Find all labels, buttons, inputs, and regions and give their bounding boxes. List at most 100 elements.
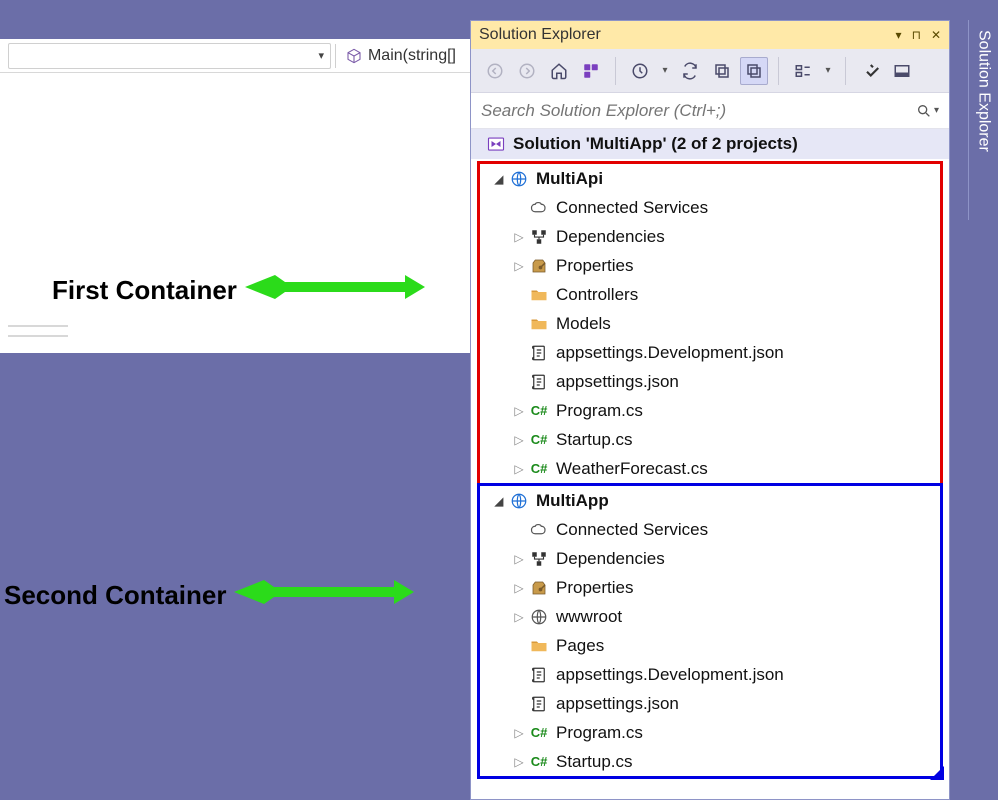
panel-titlebar[interactable]: Solution Explorer ▾ ⊓ ✕: [471, 21, 949, 49]
tree-item-label: Program.cs: [556, 401, 643, 421]
tree-item[interactable]: Controllers: [480, 280, 940, 309]
expand-icon[interactable]: [510, 726, 528, 740]
tree-item[interactable]: appsettings.json: [480, 689, 940, 718]
tree-item-label: appsettings.json: [556, 694, 679, 714]
tree-item[interactable]: C# Program.cs: [480, 396, 940, 425]
home-icon[interactable]: [545, 57, 573, 85]
project-label: MultiApp: [536, 491, 609, 511]
tree-item[interactable]: C# Program.cs: [480, 718, 940, 747]
forward-icon[interactable]: [513, 57, 541, 85]
sync-icon[interactable]: [676, 57, 704, 85]
connected-icon: [528, 521, 550, 539]
solution-label: Solution 'MultiApp' (2 of 2 projects): [513, 134, 798, 154]
expand-icon[interactable]: [510, 610, 528, 624]
collapse-all-icon[interactable]: [708, 57, 736, 85]
project-label: MultiApi: [536, 169, 603, 189]
search-bar: ▾: [471, 93, 949, 129]
properties-icon[interactable]: [856, 57, 884, 85]
annotation-label: First Container: [52, 275, 237, 306]
annotation-label: Second Container: [4, 580, 226, 611]
filter-icon[interactable]: [626, 57, 654, 85]
method-dropdown[interactable]: Main(string[]: [340, 47, 462, 65]
arrow-icon: [234, 578, 414, 613]
docked-tab-solution-explorer[interactable]: Solution Explorer: [968, 20, 998, 220]
arrow-icon: [245, 273, 425, 308]
editor-outline-marks: [8, 325, 68, 345]
project-group-1: MultiApi Connected Services Dependencies…: [477, 161, 943, 486]
globe-icon: [508, 492, 530, 510]
tree-item[interactable]: Properties: [480, 251, 940, 280]
editor-body: [0, 73, 470, 353]
expand-icon[interactable]: [510, 230, 528, 244]
tree-item[interactable]: C# Startup.cs: [480, 425, 940, 454]
tree-item-label: Controllers: [556, 285, 638, 305]
tree-item-label: appsettings.Development.json: [556, 665, 784, 685]
view-icon[interactable]: [789, 57, 817, 85]
annotation-first-container: First Container: [52, 273, 425, 308]
annotation-second-container: Second Container: [4, 578, 414, 613]
tree-item[interactable]: C# WeatherForecast.cs: [480, 454, 940, 483]
expand-icon[interactable]: [510, 433, 528, 447]
search-input[interactable]: [481, 101, 916, 121]
solution-explorer-panel: Solution Explorer ▾ ⊓ ✕ ▾ ▾ ▾: [470, 20, 950, 800]
tree-item[interactable]: Dependencies: [480, 544, 940, 573]
tree-item[interactable]: appsettings.json: [480, 367, 940, 396]
solution-node[interactable]: Solution 'MultiApp' (2 of 2 projects): [471, 129, 949, 159]
tree-item[interactable]: wwwroot: [480, 602, 940, 631]
project-node[interactable]: MultiApi: [480, 164, 940, 193]
panel-toolbar: ▾ ▾: [471, 49, 949, 93]
expand-icon[interactable]: [510, 581, 528, 595]
deps-icon: [528, 228, 550, 246]
expand-icon[interactable]: [510, 462, 528, 476]
solution-tree: MultiApi Connected Services Dependencies…: [471, 159, 949, 779]
tree-item-label: Startup.cs: [556, 752, 633, 772]
expand-icon[interactable]: [490, 172, 508, 186]
tree-item-label: Dependencies: [556, 549, 665, 569]
tree-item-label: Pages: [556, 636, 604, 656]
tree-item-label: Program.cs: [556, 723, 643, 743]
expand-icon[interactable]: [510, 755, 528, 769]
tree-item[interactable]: Models: [480, 309, 940, 338]
tree-item[interactable]: Connected Services: [480, 193, 940, 222]
tree-item[interactable]: Dependencies: [480, 222, 940, 251]
tree-item[interactable]: Pages: [480, 631, 940, 660]
tree-item[interactable]: C# Startup.cs: [480, 747, 940, 776]
csharp-icon: C#: [528, 754, 550, 769]
close-icon[interactable]: ✕: [931, 28, 941, 42]
back-icon[interactable]: [481, 57, 509, 85]
tree-item-label: Properties: [556, 256, 633, 276]
expand-icon[interactable]: [510, 404, 528, 418]
solution-icon[interactable]: [577, 57, 605, 85]
toolbar-separator: [615, 57, 616, 85]
window-menu-icon[interactable]: ▾: [896, 28, 902, 42]
project-group-2: MultiApp Connected Services Dependencies…: [477, 483, 943, 779]
expand-icon[interactable]: [490, 494, 508, 508]
editor-breadcrumb-bar: ▾ Main(string[]: [0, 39, 470, 73]
show-all-files-icon[interactable]: [740, 57, 768, 85]
chevron-down-icon[interactable]: ▾: [658, 57, 672, 85]
folder-icon: [528, 286, 550, 304]
project-node[interactable]: MultiApp: [480, 486, 940, 515]
tree-item-label: Connected Services: [556, 520, 708, 540]
connected-icon: [528, 199, 550, 217]
method-label: Main(string[]: [368, 47, 456, 65]
search-icon[interactable]: ▾: [916, 103, 939, 119]
toolbar-separator: [778, 57, 779, 85]
expand-icon[interactable]: [510, 259, 528, 273]
tree-item[interactable]: appsettings.Development.json: [480, 660, 940, 689]
tree-item[interactable]: Properties: [480, 573, 940, 602]
preview-icon[interactable]: [888, 57, 916, 85]
cube-icon: [346, 48, 362, 64]
panel-title: Solution Explorer: [479, 26, 601, 44]
chevron-down-icon[interactable]: ▾: [821, 57, 835, 85]
pin-icon[interactable]: ⊓: [912, 28, 921, 42]
csharp-icon: C#: [528, 461, 550, 476]
tree-item[interactable]: appsettings.Development.json: [480, 338, 940, 367]
tree-item[interactable]: Connected Services: [480, 515, 940, 544]
csharp-icon: C#: [528, 725, 550, 740]
globe-icon: [508, 170, 530, 188]
vs-solution-icon: [487, 135, 505, 153]
scope-dropdown[interactable]: ▾: [8, 43, 331, 69]
expand-icon[interactable]: [510, 552, 528, 566]
json-icon: [528, 695, 550, 713]
